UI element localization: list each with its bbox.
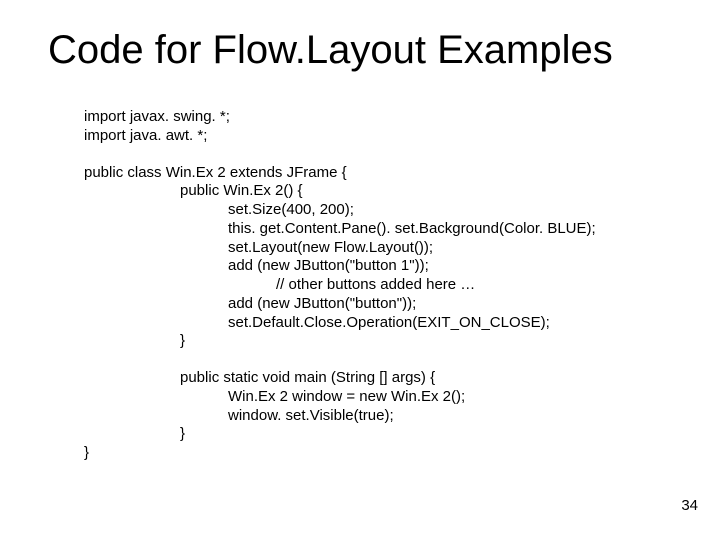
code-line: import javax. swing. *; [84, 108, 680, 127]
code-line: this. get.Content.Pane(). set.Background… [84, 220, 680, 239]
code-line: public Win.Ex 2() { [84, 182, 680, 201]
code-block: import javax. swing. *; import java. awt… [84, 108, 680, 463]
code-line: Win.Ex 2 window = new Win.Ex 2(); [84, 388, 680, 407]
code-line: window. set.Visible(true); [84, 407, 680, 426]
code-line: } [84, 425, 680, 444]
code-line: set.Layout(new Flow.Layout()); [84, 239, 680, 258]
code-line: } [84, 332, 680, 351]
code-line: import java. awt. *; [84, 127, 680, 146]
code-line: public class Win.Ex 2 extends JFrame { [84, 164, 680, 183]
slide: Code for Flow.Layout Examples import jav… [0, 0, 720, 540]
blank-line [84, 146, 680, 164]
code-line: add (new JButton("button 1")); [84, 257, 680, 276]
code-line: set.Size(400, 200); [84, 201, 680, 220]
code-line: // other buttons added here … [84, 276, 680, 295]
blank-line [84, 351, 680, 369]
code-line: public static void main (String [] args)… [84, 369, 680, 388]
code-line: add (new JButton("button")); [84, 295, 680, 314]
page-number: 34 [681, 497, 698, 514]
slide-title: Code for Flow.Layout Examples [48, 28, 688, 73]
code-line: set.Default.Close.Operation(EXIT_ON_CLOS… [84, 314, 680, 333]
code-line: } [84, 444, 680, 463]
